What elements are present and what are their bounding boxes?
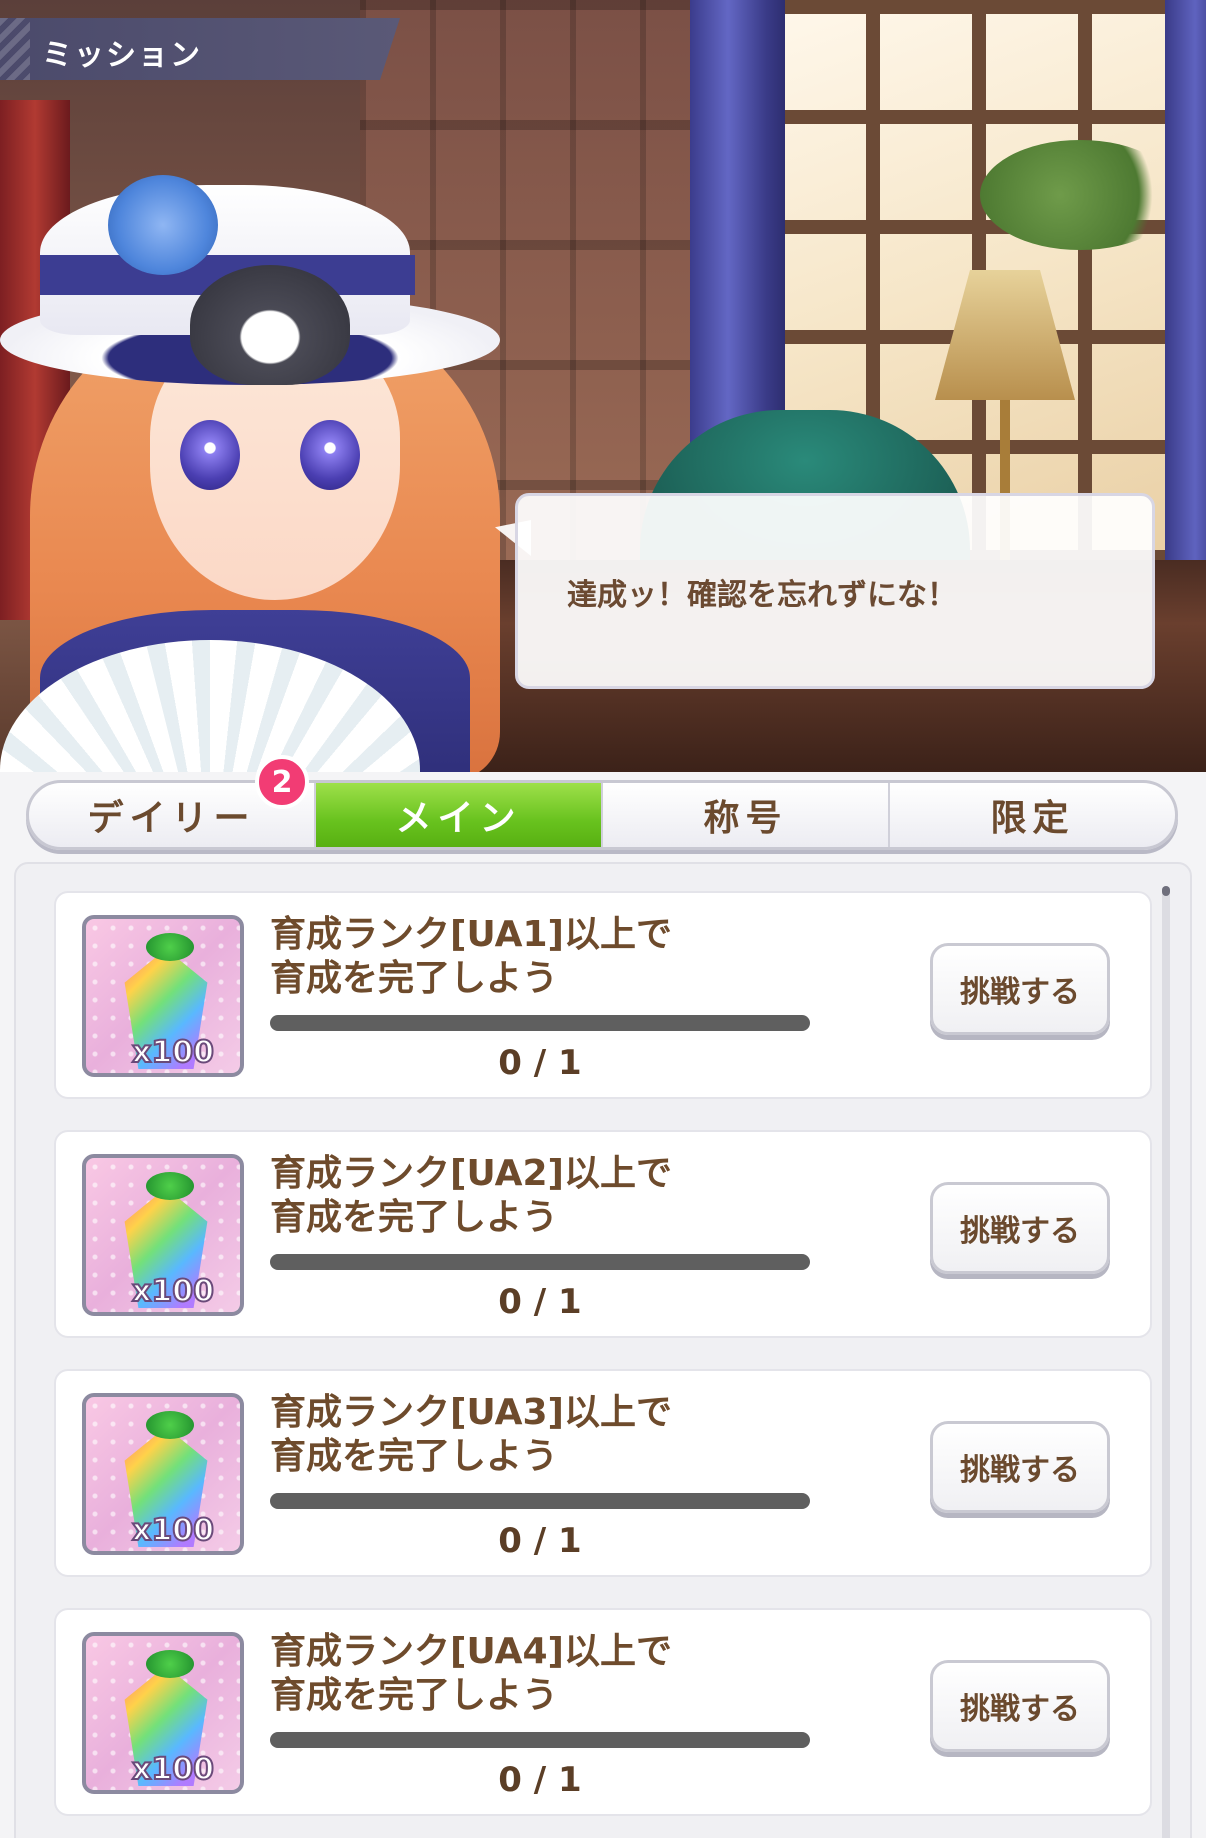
mission-card: x100 育成ランク[UA2]以上で 育成を完了しよう 0 / 1 挑戦する	[54, 1130, 1152, 1338]
reward-quantity: x100	[131, 1273, 215, 1310]
progress-text: 0 / 1	[498, 1282, 582, 1322]
rose-ornament	[108, 175, 218, 275]
mission-title: 育成ランク[UA3]以上で 育成を完了しよう	[270, 1391, 810, 1479]
leaf-icon	[146, 1411, 194, 1439]
character-eye-left	[180, 420, 240, 490]
scrollbar[interactable]	[1162, 886, 1170, 1838]
tab-limited[interactable]: 限定	[890, 783, 1175, 847]
character-hat	[0, 185, 500, 405]
mission-title-line1: 育成ランク[UA4]以上で	[270, 1631, 672, 1672]
mission-title-line2: 育成を完了しよう	[270, 958, 559, 999]
mission-card: x100 育成ランク[UA4]以上で 育成を完了しよう 0 / 1 挑戦する	[54, 1608, 1152, 1816]
mission-card: x100 育成ランク[UA3]以上で 育成を完了しよう 0 / 1 挑戦する	[54, 1369, 1152, 1577]
reward-item[interactable]: x100	[82, 1632, 244, 1794]
progress-bar	[270, 1732, 810, 1748]
mission-title: 育成ランク[UA1]以上で 育成を完了しよう	[270, 913, 810, 1001]
mission-title: 育成ランク[UA2]以上で 育成を完了しよう	[270, 1152, 810, 1240]
mission-title-line1: 育成ランク[UA3]以上で	[270, 1392, 672, 1433]
dialogue-text: 達成ッ！確認を忘れずにな！	[567, 578, 957, 613]
cat	[190, 265, 350, 385]
daily-notification-badge: 2	[255, 755, 309, 809]
page-title: ミッション	[42, 38, 202, 73]
hero-scene: ミッション 達成ッ！確認を忘れずにな！	[0, 0, 1206, 772]
challenge-button[interactable]: 挑戦する	[930, 1660, 1110, 1752]
progress-text: 0 / 1	[498, 1521, 582, 1561]
reward-quantity: x100	[131, 1512, 215, 1549]
tab-titles[interactable]: 称号	[603, 783, 890, 847]
mission-tabs: デイリー メイン 称号 限定	[26, 780, 1178, 850]
challenge-button[interactable]: 挑戦する	[930, 1421, 1110, 1513]
leaf-icon	[146, 1172, 194, 1200]
mission-title-line2: 育成を完了しよう	[270, 1197, 559, 1238]
character-eye-right	[300, 420, 360, 490]
progress-text: 0 / 1	[498, 1760, 582, 1800]
reward-item[interactable]: x100	[82, 1154, 244, 1316]
mission-title: 育成ランク[UA4]以上で 育成を完了しよう	[270, 1630, 810, 1718]
reward-quantity: x100	[131, 1034, 215, 1071]
progress-text: 0 / 1	[498, 1043, 582, 1083]
title-banner: ミッション	[0, 18, 400, 80]
mission-title-line1: 育成ランク[UA2]以上で	[270, 1153, 672, 1194]
progress-bar	[270, 1254, 810, 1270]
mission-title-line1: 育成ランク[UA1]以上で	[270, 914, 672, 955]
tab-main[interactable]: メイン	[316, 783, 603, 847]
challenge-button[interactable]: 挑戦する	[930, 943, 1110, 1035]
plant	[980, 140, 1180, 250]
mission-card: x100 育成ランク[UA1]以上で 育成を完了しよう 0 / 1 挑戦する	[54, 891, 1152, 1099]
reward-item[interactable]: x100	[82, 1393, 244, 1555]
progress-bar	[270, 1015, 810, 1031]
banner-stripes	[0, 18, 30, 80]
scrollbar-thumb[interactable]	[1162, 886, 1170, 896]
mission-title-line2: 育成を完了しよう	[270, 1675, 559, 1716]
leaf-icon	[146, 1650, 194, 1678]
leaf-icon	[146, 933, 194, 961]
reward-quantity: x100	[131, 1751, 215, 1788]
challenge-button[interactable]: 挑戦する	[930, 1182, 1110, 1274]
progress-bar	[270, 1493, 810, 1509]
reward-item[interactable]: x100	[82, 915, 244, 1077]
curtain-right	[1165, 0, 1206, 600]
mission-title-line2: 育成を完了しよう	[270, 1436, 559, 1477]
